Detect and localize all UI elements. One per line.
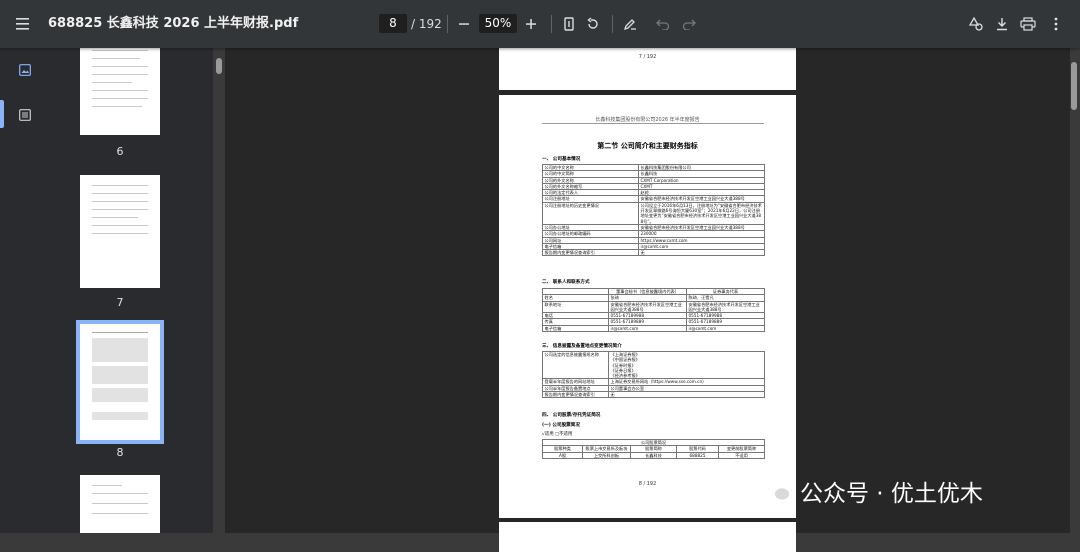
table-cell: 安徽省合肥市经济技术开发区空港工业园兴业大道388号	[686, 300, 765, 314]
table-cell: ir@cxmt.com	[608, 324, 687, 333]
redo-icon	[682, 19, 696, 30]
table-cell: 上交所科创板	[582, 451, 631, 459]
image-thumbnail-icon	[19, 64, 31, 76]
plus-icon	[526, 19, 536, 29]
zoom-out-button[interactable]	[455, 0, 473, 48]
table-cell: 公司选定的信息披露报纸名称	[542, 350, 609, 380]
page-thumbnail-8-selected[interactable]	[76, 320, 164, 444]
draw-button[interactable]	[621, 0, 639, 48]
minus-icon	[459, 23, 469, 25]
hamburger-menu-icon[interactable]	[12, 0, 36, 48]
thumbnail-label: 7	[116, 296, 124, 309]
table-cell: 股票上市交易所及板块	[582, 445, 631, 453]
contact-table: 董事会秘书（信息披露境内代表） 证券事务代表 姓名 张琦 陈琦、汪雪凡 联系地址 安徽省合肥…	[542, 287, 765, 333]
toolbar-divider	[612, 15, 613, 33]
basic-info-table: 公司的中文名称 长鑫科技集团股份有限公司 公司的中文简称 长鑫科技 公司的外文名称 CXM…	[542, 163, 765, 257]
page-8: 长鑫科技集团股份有限公司2026 年半年度报告 第二节 公司简介和主要财务指标 …	[499, 95, 796, 518]
table-cell: 688825	[676, 451, 719, 459]
contact-row: 联系地址 安徽省合肥市经济技术开发区空港工业园兴业大道388号 安徽省合肥市经济技术…	[542, 300, 765, 314]
subheading-contact: 二、 联系人和联系方式	[542, 280, 590, 285]
pen-icon	[623, 19, 636, 31]
disclosure-row: 公司选定的信息披露报纸名称 《上海证券报》 《中国证券报》 《证券时报》 《证券日…	[542, 350, 765, 380]
page-thumbnail-7[interactable]	[80, 175, 160, 288]
fit-page-icon	[564, 17, 574, 31]
document-title: 688825 长鑫科技 2026 上半年财报.pdf	[48, 16, 299, 31]
header-rule	[542, 123, 764, 124]
shapes-icon	[968, 16, 983, 31]
more-options-button[interactable]	[1046, 0, 1066, 48]
watermark-text: 公众号 · 优土优木	[800, 481, 983, 507]
annotate-button[interactable]	[966, 0, 986, 48]
table-cell: 《上海证券报》 《中国证券报》 《证券时报》 《证券日报》 《经济参考报》	[608, 350, 765, 380]
page-thumbnail-6[interactable]	[80, 48, 160, 135]
table-cell: 长鑫科技	[630, 451, 677, 459]
table-cell: 无	[638, 249, 765, 257]
zoom-in-button[interactable]	[522, 0, 540, 48]
rail-selection-indicator	[0, 100, 4, 128]
table-cell: 无	[608, 391, 765, 399]
page-total: / 192	[411, 17, 442, 31]
section-title: 第二节 公司简介和主要财务指标	[597, 142, 698, 150]
toolbar-divider	[447, 15, 448, 33]
subheading-stock: 四、 公司股票/存托凭证简况	[542, 413, 601, 418]
thumbnail-label: 6	[116, 145, 124, 158]
page-9	[499, 522, 796, 552]
page-thumbnail-9[interactable]	[80, 475, 160, 533]
subheading-disclosure: 三、 信息披露及备置地点变更情况简介	[542, 344, 622, 349]
viewer-scrollbar[interactable]	[1071, 62, 1077, 110]
page-footer: 7 / 192	[638, 54, 657, 60]
wechat-watermark: 公众号 · 优土优木	[762, 476, 983, 507]
basic-info-row: 报告期内变更情况查询索引无	[542, 249, 765, 257]
redo-button[interactable]	[680, 0, 698, 48]
outline-list-icon	[19, 109, 31, 121]
table-cell: 联系地址	[542, 300, 609, 314]
outline-view-button[interactable]	[19, 106, 31, 125]
subheading-basic-info: 一、 公司基本情况	[542, 157, 581, 162]
page-footer: 8 / 192	[638, 481, 657, 487]
zoom-level-input[interactable]: 50%	[479, 14, 517, 33]
download-button[interactable]	[992, 0, 1012, 48]
disclosure-table: 公司选定的信息披露报纸名称 《上海证券报》 《中国证券报》 《证券时报》 《证券日…	[542, 350, 765, 399]
stock-row: A股 上交所科创板 长鑫科技 688825 不适用	[542, 451, 765, 459]
table-cell: 不适用	[718, 451, 765, 459]
table-cell: 报告期内变更情况查询索引	[542, 391, 609, 399]
table-cell: ir@cxmt.com	[686, 324, 765, 333]
wechat-logo-icon	[764, 479, 791, 502]
more-vert-icon	[1054, 17, 1058, 31]
basic-info-row: 公司注册地址的历史变更情况 公司设立于2016年6月13日，注册地址为“安徽省合肥…	[542, 201, 765, 225]
table-header-cell: 董事会秘书（信息披露境内代表）	[608, 287, 687, 296]
stock-table: 公司股票简况 股票种类 股票上市交易所及板块 股票简称 股票代码 变更前股票简称 A股 上交所…	[542, 438, 765, 459]
download-icon	[997, 18, 1007, 31]
pdf-toolbar: 688825 长鑫科技 2026 上半年财报.pdf 8 / 192 50%	[0, 0, 1080, 48]
running-header: 长鑫科技集团股份有限公司2026 年半年度报告	[595, 117, 700, 123]
print-button[interactable]	[1018, 0, 1038, 48]
toolbar-divider	[551, 15, 552, 33]
sidebar-rail	[0, 48, 42, 533]
page-number-input[interactable]: 8	[379, 14, 407, 33]
undo-button[interactable]	[654, 0, 672, 48]
table-cell: 安徽省合肥市经济技术开发区空港工业园兴业大道388号	[608, 300, 687, 314]
table-cell: 电子信箱	[542, 324, 609, 333]
thumbnail-label: 8	[116, 446, 124, 459]
table-cell: 公司设立于2016年6月13日，注册地址为“安徽省合肥市经济技术开发区翠微路6号…	[638, 201, 765, 225]
sidebar-scrollbar[interactable]	[216, 58, 222, 74]
printer-icon	[1020, 17, 1036, 31]
table-cell: A股	[542, 451, 583, 459]
applicability-checkbox-text: √适用 □不适用	[542, 432, 573, 437]
undo-icon	[656, 19, 670, 30]
thumbnail-sidebar: 6 7 8	[42, 48, 213, 533]
disclosure-row: 报告期内变更情况查询索引无	[542, 391, 765, 399]
thumbnails-view-button[interactable]	[19, 61, 31, 80]
rotate-icon	[587, 17, 598, 29]
table-cell: 报告期内变更情况查询索引	[542, 249, 639, 257]
table-cell: 公司注册地址的历史变更情况	[542, 201, 639, 225]
subheading-stock-overview: (一) 公司股票简况	[542, 423, 580, 428]
contact-row: 电子信箱 ir@cxmt.com ir@cxmt.com	[542, 324, 765, 333]
rotate-button[interactable]	[584, 0, 602, 48]
fit-page-button[interactable]	[560, 0, 578, 48]
